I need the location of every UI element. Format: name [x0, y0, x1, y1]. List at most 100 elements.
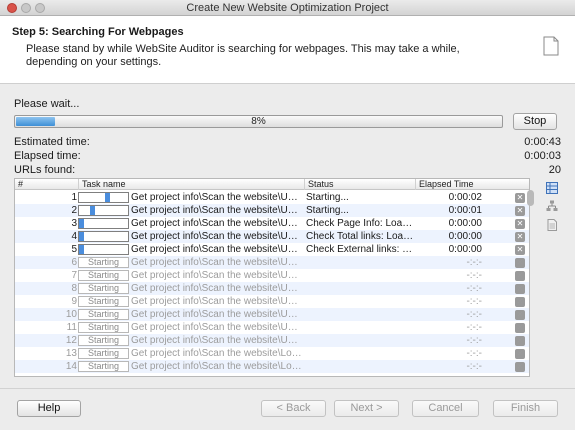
task-elapsed-time: 0:00:00: [448, 218, 482, 229]
sitemap-icon[interactable]: [546, 200, 558, 212]
elapsed-time-value: 0:00:03: [524, 150, 561, 162]
task-progress-indicator: [79, 232, 84, 241]
cancel-task-icon[interactable]: ✕: [515, 258, 525, 268]
task-name: Get project info\Scan the website\Update…: [131, 205, 303, 216]
cancel-task-icon[interactable]: ✕: [515, 284, 525, 294]
task-progress-text: Starting: [87, 270, 120, 280]
column-header-status[interactable]: Status: [304, 179, 415, 190]
task-progress-bar: Starting: [78, 348, 129, 359]
row-number: 11: [66, 322, 77, 333]
task-elapsed-time: 0:00:00: [448, 244, 482, 255]
wizard-header: Step 5: Searching For Webpages Please st…: [0, 16, 575, 84]
cancel-task-icon[interactable]: ✕: [515, 271, 525, 281]
row-number: 9: [71, 296, 77, 307]
task-progress-text: Starting: [87, 296, 120, 306]
cancel-task-icon[interactable]: ✕: [515, 336, 525, 346]
task-progress-bar: Starting: [78, 335, 129, 346]
table-row[interactable]: 12 Starting Get project info\Scan the webs…: [15, 334, 529, 347]
cancel-task-icon[interactable]: ✕: [515, 245, 525, 255]
task-status: Check Total links: Loadin...: [306, 231, 416, 242]
back-button[interactable]: < Back: [261, 400, 326, 417]
task-name: Get project info\Scan the website\Load p…: [131, 361, 303, 372]
finish-button[interactable]: Finish: [493, 400, 558, 417]
task-status: Check Page Info: Loading...: [306, 218, 416, 229]
task-elapsed-time: 0:00:01: [448, 205, 482, 216]
task-progress-text: Starting: [87, 257, 120, 267]
table-row[interactable]: 4 Get project info\Scan the website\Updat…: [15, 230, 529, 243]
table-row[interactable]: 6 Starting Get project info\Scan the websi…: [15, 256, 529, 269]
cancel-task-icon[interactable]: ✕: [515, 206, 525, 216]
please-wait-label: Please wait...: [14, 98, 80, 110]
cancel-task-icon[interactable]: ✕: [515, 349, 525, 359]
cancel-task-icon[interactable]: ✕: [515, 232, 525, 242]
stop-button[interactable]: Stop: [513, 113, 557, 130]
table-row[interactable]: 13 Starting Get project info\Scan the webs…: [15, 347, 529, 360]
table-row[interactable]: 10 Starting Get project info\Scan the webs…: [15, 308, 529, 321]
task-progress-bar: [78, 192, 129, 203]
table-row[interactable]: 9 Starting Get project info\Scan the websi…: [15, 295, 529, 308]
column-header-elapsed-time[interactable]: Elapsed Time: [415, 179, 529, 190]
row-number: 6: [71, 257, 77, 268]
cancel-task-icon[interactable]: ✕: [515, 219, 525, 229]
task-name: Get project info\Scan the website\Update…: [131, 283, 303, 294]
table-row[interactable]: 11 Starting Get project info\Scan the webs…: [15, 321, 529, 334]
cancel-task-icon[interactable]: ✕: [515, 297, 525, 307]
task-elapsed-time: -:-:-: [466, 309, 482, 320]
estimated-time-value: 0:00:43: [524, 136, 561, 148]
task-elapsed-time: 0:00:00: [448, 231, 482, 242]
row-number: 3: [71, 218, 77, 229]
row-number: 2: [71, 205, 77, 216]
row-number: 10: [65, 309, 77, 320]
task-name: Get project info\Scan the website\Update…: [131, 257, 303, 268]
task-progress-bar: [78, 218, 129, 229]
task-name: Get project info\Scan the website\Update…: [131, 309, 303, 320]
task-progress-bar: Starting: [78, 309, 129, 320]
task-progress-text: Starting: [87, 322, 120, 332]
task-elapsed-time: -:-:-: [466, 296, 482, 307]
table-row[interactable]: 5 Get project info\Scan the website\Updat…: [15, 243, 529, 256]
task-progress-bar: [78, 205, 129, 216]
task-elapsed-time: -:-:-: [466, 257, 482, 268]
column-header-number[interactable]: #: [15, 179, 78, 190]
table-row[interactable]: 14 Starting Get project info\Scan the webs…: [15, 360, 529, 373]
task-status: Starting...: [306, 205, 349, 216]
task-name: Get project info\Scan the website\Update…: [131, 270, 303, 281]
task-progress-bar: Starting: [78, 283, 129, 294]
table-row[interactable]: 3 Get project info\Scan the website\Updat…: [15, 217, 529, 230]
task-progress-bar: Starting: [78, 257, 129, 268]
window-title: Create New Website Optimization Project: [186, 2, 389, 14]
row-number: 12: [65, 335, 77, 346]
task-name: Get project info\Scan the website\Update…: [131, 244, 303, 255]
table-view-icon[interactable]: [546, 182, 558, 194]
page-icon[interactable]: [546, 219, 558, 231]
table-row[interactable]: 1 Get project info\Scan the website\Updat…: [15, 191, 529, 204]
table-header: # Task name Status Elapsed Time: [15, 179, 529, 190]
elapsed-time-label: Elapsed time:: [14, 150, 81, 162]
title-bar: Create New Website Optimization Project: [0, 0, 575, 16]
task-progress-indicator: [105, 193, 110, 202]
task-name: Get project info\Scan the website\Update…: [131, 335, 303, 346]
row-number: 13: [65, 348, 77, 359]
table-row[interactable]: 2 Get project info\Scan the website\Updat…: [15, 204, 529, 217]
task-table: # Task name Status Elapsed Time 1 Get pro…: [14, 178, 530, 377]
column-header-task-name[interactable]: Task name: [78, 179, 304, 190]
help-button[interactable]: Help: [17, 400, 81, 417]
cancel-task-icon[interactable]: ✕: [515, 323, 525, 333]
task-progress-indicator: [79, 245, 84, 254]
task-name: Get project info\Scan the website\Update…: [131, 231, 303, 242]
cancel-button[interactable]: Cancel: [412, 400, 479, 417]
table-row[interactable]: 7 Starting Get project info\Scan the websi…: [15, 269, 529, 282]
task-progress-text: Starting: [87, 309, 120, 319]
task-elapsed-time: -:-:-: [466, 348, 482, 359]
cancel-task-icon[interactable]: ✕: [515, 362, 525, 372]
footer-divider: [0, 388, 575, 389]
table-row[interactable]: 8 Starting Get project info\Scan the websi…: [15, 282, 529, 295]
cancel-task-icon[interactable]: ✕: [515, 193, 525, 203]
next-button[interactable]: Next >: [334, 400, 399, 417]
task-progress-indicator: [79, 219, 84, 228]
table-scrollbar-thumb[interactable]: [527, 190, 534, 206]
task-progress-text: Starting: [87, 361, 120, 371]
task-name: Get project info\Scan the website\Update…: [131, 322, 303, 333]
row-number: 14: [65, 361, 77, 372]
cancel-task-icon[interactable]: ✕: [515, 310, 525, 320]
